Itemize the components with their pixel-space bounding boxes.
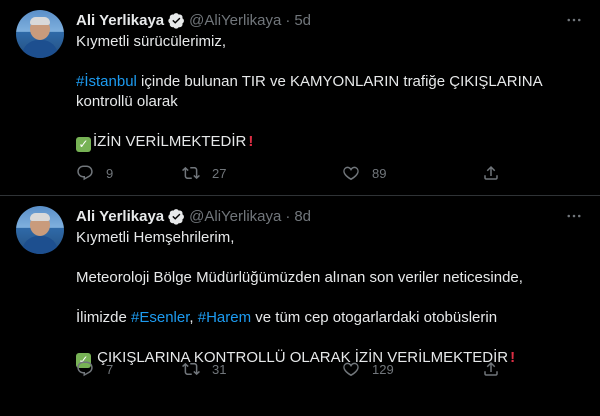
tweet-text: Kıymetli Hemşehrilerim, Meteoroloji Bölg… (76, 228, 576, 368)
tweet-header: Ali Yerlikaya @AliYerlikaya · 5d (76, 10, 311, 30)
verified-badge-icon (168, 208, 185, 225)
heart-icon (343, 166, 359, 181)
hashtag-link[interactable]: #Esenler (131, 309, 189, 326)
reply-button[interactable]: 7 (76, 358, 113, 380)
share-icon (484, 361, 498, 376)
retweet-icon (182, 166, 200, 180)
hashtag-link[interactable]: #Harem (198, 309, 251, 326)
tweet-2[interactable]: Ali Yerlikaya @AliYerlikaya · 8d Kıymetl… (0, 196, 600, 416)
retweet-count: 27 (212, 165, 227, 181)
like-count: 89 (372, 165, 387, 181)
heart-icon (343, 362, 359, 377)
tweet-text-segment: İlimizde (76, 309, 132, 326)
retweet-icon (182, 362, 200, 376)
reply-icon (77, 361, 93, 377)
tweet-text: Kıymetli sürücülerimiz, #İstanbul içinde… (76, 32, 576, 152)
more-options-icon[interactable] (562, 10, 586, 30)
tweet-paragraph: Meteoroloji Bölge Müdürlüğümüzden alınan… (76, 269, 523, 286)
exclamation-emoji: ! (510, 349, 516, 366)
tweet-text-segment: , (189, 309, 198, 326)
exclamation-emoji: ! (248, 133, 254, 150)
reply-count: 9 (106, 165, 114, 181)
tweet-text-segment: ve tüm cep otogarlardaki otobüslerin (251, 309, 498, 326)
retweet-button[interactable]: 27 (182, 162, 226, 184)
check-mark-emoji: ✓ (76, 137, 91, 152)
separator-dot: · (285, 207, 291, 225)
tweet-line: Kıymetli Hemşehrilerim, (76, 229, 235, 246)
retweet-button[interactable]: 31 (182, 358, 226, 380)
separator-dot: · (285, 11, 291, 29)
author-handle[interactable]: @AliYerlikaya (189, 12, 281, 29)
tweet-paragraph: ✓ İZİN VERİLMEKTEDİR! (76, 132, 576, 152)
timestamp[interactable]: 5d (294, 12, 311, 29)
tweet-text-segment: içinde bulunan TIR ve KAMYONLARIN trafiğ… (136, 73, 543, 90)
tweet-line: Kıymetli sürücülerimiz, (76, 33, 227, 50)
tweet-text-segment: ÇIKIŞLARINA KONTROLLÜ OLARAK İZİN VERİLM… (93, 349, 509, 366)
tweet-paragraph: İlimizde #Esenler, #Harem ve tüm cep oto… (76, 308, 576, 328)
tweet-1[interactable]: Ali Yerlikaya @AliYerlikaya · 5d Kıymetl… (0, 0, 600, 196)
author-handle[interactable]: @AliYerlikaya (189, 208, 281, 225)
reply-count: 7 (106, 361, 114, 377)
avatar[interactable] (16, 206, 64, 254)
share-icon (484, 165, 498, 180)
reply-button[interactable]: 9 (76, 162, 113, 184)
like-button[interactable]: 89 (342, 162, 386, 184)
retweet-count: 31 (212, 361, 227, 377)
share-button[interactable] (482, 162, 500, 184)
tweet-paragraph: #İstanbul içinde bulunan TIR ve KAMYONLA… (76, 72, 576, 112)
more-options-icon[interactable] (562, 206, 586, 226)
avatar[interactable] (16, 10, 64, 58)
author-name[interactable]: Ali Yerlikaya (76, 12, 164, 29)
tweet-header: Ali Yerlikaya @AliYerlikaya · 8d (76, 206, 311, 226)
tweet-paragraph: ✓ ÇIKIŞLARINA KONTROLLÜ OLARAK İZİN VERİ… (76, 348, 576, 368)
verified-badge-icon (168, 12, 185, 29)
share-button[interactable] (482, 358, 500, 380)
like-count: 129 (372, 361, 394, 377)
tweet-text-segment: İZİN VERİLMEKTEDİR (93, 133, 247, 150)
timestamp[interactable]: 8d (294, 208, 311, 225)
hashtag-link[interactable]: #İstanbul (76, 73, 137, 90)
tweet-text-segment: kontrollü olarak (76, 93, 178, 110)
reply-icon (77, 165, 93, 181)
author-name[interactable]: Ali Yerlikaya (76, 208, 164, 225)
like-button[interactable]: 129 (342, 358, 394, 380)
